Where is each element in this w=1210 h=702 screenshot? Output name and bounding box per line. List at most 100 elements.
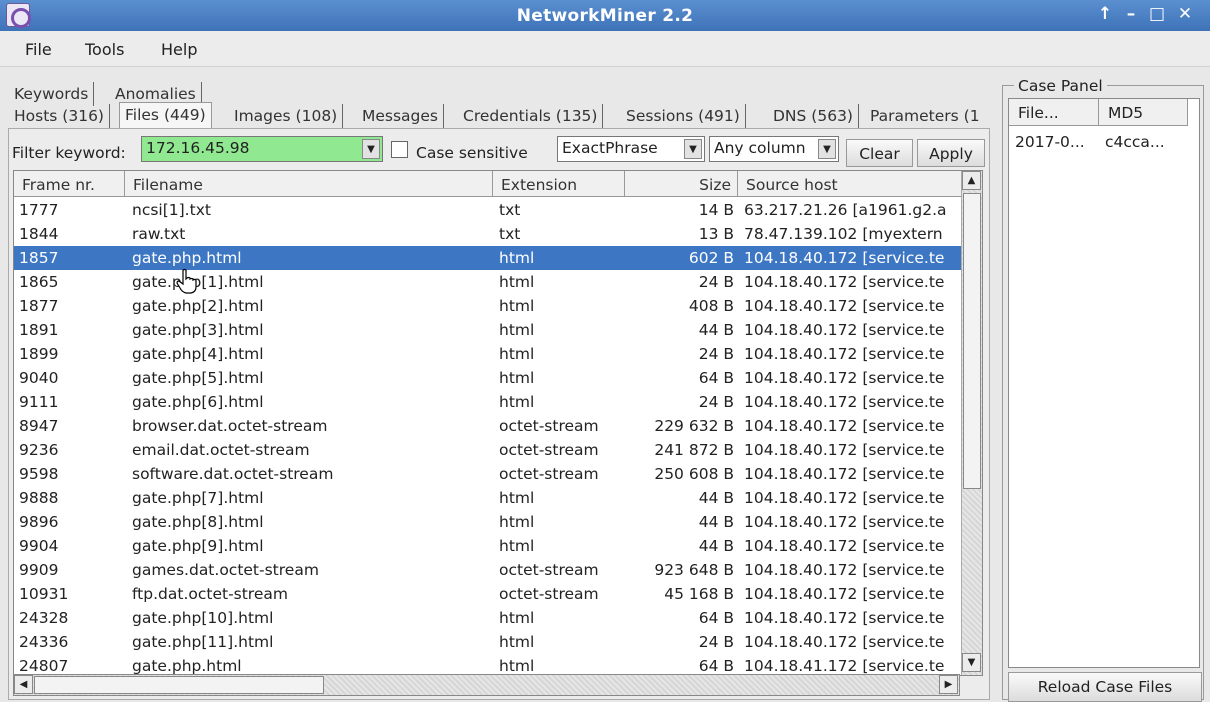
- cell-size: 923 648 B: [654, 561, 734, 579]
- tab-sessions[interactable]: Sessions (491): [621, 104, 746, 128]
- table-row[interactable]: 24807 gate.php.html html 64 B 104.18.41.172 …: [14, 654, 961, 675]
- table-row[interactable]: 9111 gate.php[6].html html 24 B 104.18.40.17…: [14, 390, 961, 414]
- case-column-md5[interactable]: MD5: [1099, 99, 1188, 126]
- table-row[interactable]: 9236 email.dat.octet-stream octet-stream 24…: [14, 438, 961, 462]
- column-header-extension[interactable]: Extension: [493, 171, 625, 197]
- vertical-scroll-thumb[interactable]: [963, 193, 981, 489]
- cell-size: 64 B: [698, 369, 734, 387]
- table-row[interactable]: 1865 gate.php[1].html html 24 B 104.18.40.17…: [14, 270, 961, 294]
- case-files-table: File... MD5 2017-0... c4cca...: [1008, 98, 1200, 668]
- cell-frame: 9040: [19, 369, 59, 387]
- cell-frame: 24328: [19, 609, 69, 627]
- table-row[interactable]: 9040 gate.php[5].html html 64 B 104.18.40.17…: [14, 366, 961, 390]
- title-bar: NetworkMiner 2.2 ↑ – □ ✕: [0, 0, 1210, 31]
- cell-size: 44 B: [698, 537, 734, 555]
- table-row[interactable]: 1899 gate.php[4].html html 24 B 104.18.40.17…: [14, 342, 961, 366]
- apply-button[interactable]: Apply: [917, 139, 985, 167]
- tab-files[interactable]: Files (449): [119, 102, 212, 129]
- cell-filename: raw.txt: [132, 225, 186, 243]
- keep-above-button[interactable]: ↑: [1094, 4, 1116, 24]
- menu-bar: File Tools Help: [0, 31, 1210, 67]
- cell-size: 64 B: [698, 657, 734, 675]
- table-row[interactable]: 9598 software.dat.octet-stream octet-strea…: [14, 462, 961, 486]
- menu-file[interactable]: File: [25, 40, 52, 59]
- cell-source-host: 78.47.139.102 [myextern: [744, 225, 943, 243]
- horizontal-scroll-thumb[interactable]: [34, 676, 324, 694]
- tab-credentials[interactable]: Credentials (135): [458, 104, 604, 128]
- cell-frame: 9909: [19, 561, 59, 579]
- cell-size: 44 B: [698, 489, 734, 507]
- table-row[interactable]: 9888 gate.php[7].html html 44 B 104.18.40.17…: [14, 486, 961, 510]
- cell-filename: gate.php.html: [132, 657, 242, 675]
- menu-tools[interactable]: Tools: [85, 40, 124, 59]
- case-sensitive-checkbox[interactable]: [391, 141, 408, 158]
- cell-frame: 9598: [19, 465, 59, 483]
- table-row[interactable]: 9909 games.dat.octet-stream octet-stream 92…: [14, 558, 961, 582]
- table-row[interactable]: 1877 gate.php[2].html html 408 B 104.18.40.1…: [14, 294, 961, 318]
- reload-case-files-button[interactable]: Reload Case Files: [1008, 672, 1202, 702]
- table-row[interactable]: 9904 gate.php[9].html html 44 B 104.18.40.17…: [14, 534, 961, 558]
- chevron-down-icon[interactable]: ▼: [362, 139, 380, 159]
- hand-cursor-icon: [176, 268, 197, 294]
- case-row-file[interactable]: 2017-0...: [1015, 133, 1085, 151]
- cell-source-host: 104.18.40.172 [service.te: [744, 417, 945, 435]
- maximize-button[interactable]: □: [1146, 4, 1168, 24]
- scroll-right-icon[interactable]: ▶: [939, 675, 958, 694]
- tab-dns[interactable]: DNS (563): [768, 104, 859, 128]
- case-column-file[interactable]: File...: [1009, 99, 1099, 126]
- cell-source-host: 104.18.40.172 [service.te: [744, 249, 945, 267]
- case-row-md5[interactable]: c4cca...: [1105, 133, 1165, 151]
- cell-frame: 1857: [19, 249, 59, 267]
- cell-filename: email.dat.octet-stream: [132, 441, 310, 459]
- scroll-down-icon[interactable]: ▼: [962, 653, 981, 672]
- table-row[interactable]: 1857 gate.php.html html 602 B 104.18.40.172 …: [14, 246, 961, 270]
- cell-extension: html: [499, 273, 535, 291]
- cell-frame: 1899: [19, 345, 59, 363]
- scroll-left-icon[interactable]: ◀: [14, 675, 33, 694]
- column-header-size[interactable]: Size: [625, 171, 738, 197]
- cell-frame: 24336: [19, 633, 69, 651]
- menu-help[interactable]: Help: [161, 40, 197, 59]
- table-row[interactable]: 10931 ftp.dat.octet-stream octet-stream 45 …: [14, 582, 961, 606]
- cell-frame: 1891: [19, 321, 59, 339]
- cell-extension: txt: [499, 225, 521, 243]
- table-row[interactable]: 8947 browser.dat.octet-stream octet-stream…: [14, 414, 961, 438]
- cell-extension: txt: [499, 201, 521, 219]
- table-row[interactable]: 24336 gate.php[11].html html 24 B 104.18.40.…: [14, 630, 961, 654]
- chevron-down-icon[interactable]: ▼: [818, 139, 836, 159]
- table-row[interactable]: 9896 gate.php[8].html html 44 B 104.18.40.17…: [14, 510, 961, 534]
- cell-source-host: 63.217.21.26 [a1961.g2.a: [744, 201, 947, 219]
- case-sensitive-label: Case sensitive: [416, 144, 528, 162]
- minimize-button[interactable]: –: [1120, 4, 1142, 24]
- filter-keyword-input[interactable]: 172.16.45.98 ▼: [141, 136, 383, 162]
- clear-button[interactable]: Clear: [846, 139, 913, 167]
- cell-source-host: 104.18.40.172 [service.te: [744, 369, 945, 387]
- column-header-frame[interactable]: Frame nr.: [14, 171, 125, 197]
- tab-hosts[interactable]: Hosts (316): [9, 104, 110, 128]
- table-row[interactable]: 24328 gate.php[10].html html 64 B 104.18.40.…: [14, 606, 961, 630]
- vertical-scrollbar[interactable]: ▲ ▼: [961, 171, 982, 675]
- tab-keywords[interactable]: Keywords: [9, 82, 95, 106]
- cell-filename: gate.php[2].html: [132, 297, 264, 315]
- table-row[interactable]: 1777 ncsi[1].txt txt 14 B 63.217.21.26 [a196…: [14, 198, 961, 222]
- table-row[interactable]: 1891 gate.php[3].html html 44 B 104.18.40.17…: [14, 318, 961, 342]
- filter-keyword-label: Filter keyword:: [12, 144, 126, 162]
- tab-parameters[interactable]: Parameters (1: [865, 104, 985, 128]
- scroll-up-icon[interactable]: ▲: [962, 171, 981, 190]
- cell-extension: html: [499, 609, 535, 627]
- tab-messages[interactable]: Messages: [357, 104, 445, 128]
- column-header-source-host[interactable]: Source host: [738, 171, 961, 197]
- cell-size: 229 632 B: [654, 417, 734, 435]
- cell-frame: 1844: [19, 225, 59, 243]
- tab-images[interactable]: Images (108): [229, 104, 344, 128]
- cell-extension: html: [499, 513, 535, 531]
- close-button[interactable]: ✕: [1174, 4, 1196, 24]
- column-header-filename[interactable]: Filename: [125, 171, 493, 197]
- cell-frame: 9904: [19, 537, 59, 555]
- cell-filename: gate.php[11].html: [132, 633, 274, 651]
- table-row[interactable]: 1844 raw.txt txt 13 B 78.47.139.102 [myexter…: [14, 222, 961, 246]
- chevron-down-icon[interactable]: ▼: [684, 139, 702, 159]
- horizontal-scrollbar[interactable]: ◀ ▶: [13, 674, 960, 696]
- match-mode-select[interactable]: ExactPhrase ▼: [557, 136, 705, 162]
- column-select[interactable]: Any column ▼: [709, 136, 839, 162]
